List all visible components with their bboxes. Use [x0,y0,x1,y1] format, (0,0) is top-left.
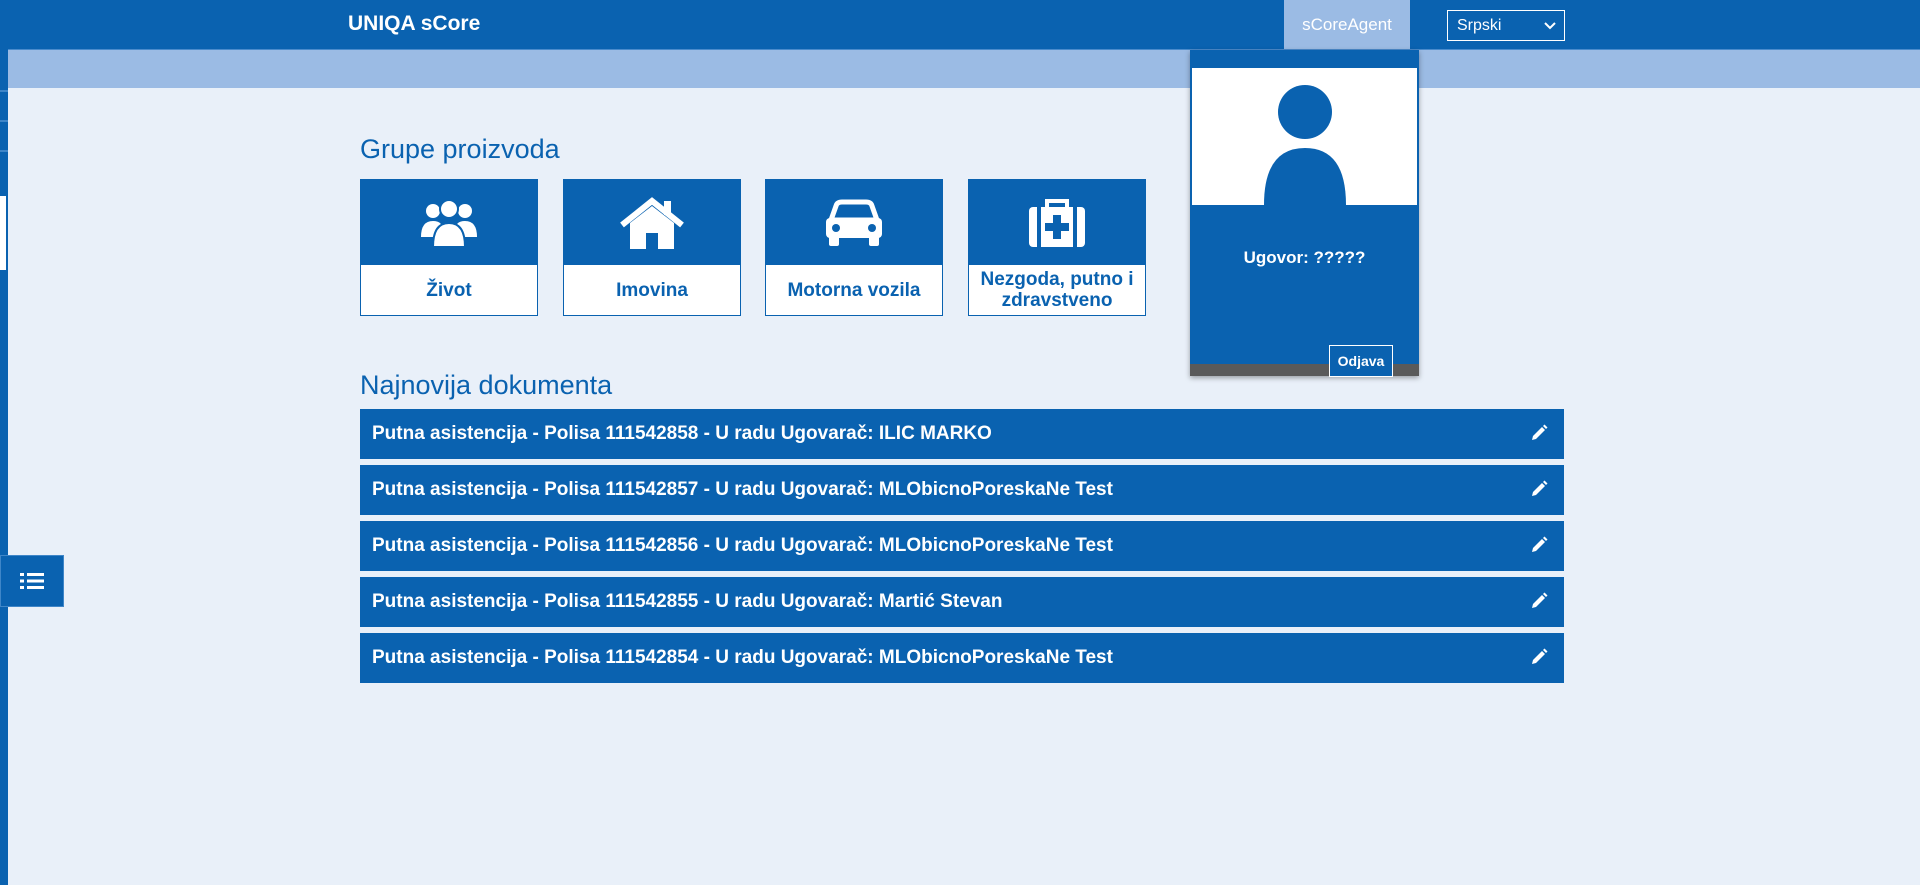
document-row[interactable]: Putna asistencija - Polisa 111542856 - U… [360,521,1564,571]
product-tile-imovina[interactable]: Imovina [563,179,741,316]
house-icon [620,196,684,249]
avatar [1192,68,1417,205]
language-selected-value: Srpski [1457,16,1502,34]
latest-documents-title: Najnovija dokumenta [360,370,613,400]
pencil-icon[interactable] [1530,536,1548,554]
pencil-icon[interactable] [1530,592,1548,610]
tile-icon-area [766,180,942,265]
list-icon [20,573,44,589]
logout-button[interactable]: Odjava [1329,345,1393,377]
document-row-text: Putna asistencija - Polisa 111542856 - U… [372,535,1113,556]
document-row[interactable]: Putna asistencija - Polisa 111542858 - U… [360,409,1564,459]
tile-label: Život [426,279,472,301]
tile-icon-area [969,180,1145,265]
side-menu-toggle-button[interactable] [0,555,64,607]
product-groups-title: Grupe proizvoda [360,134,560,164]
tile-label: Motorna vozila [787,279,921,301]
agent-tab[interactable]: sCoreAgent [1284,0,1410,49]
left-strip-divider [0,90,8,92]
document-row-text: Putna asistencija - Polisa 111542857 - U… [372,479,1113,500]
chevron-down-icon [1544,22,1556,30]
top-header: UNIQA sCore [8,0,1920,50]
document-row-text: Putna asistencija - Polisa 111542855 - U… [372,591,1003,612]
pencil-icon[interactable] [1530,648,1548,666]
document-row[interactable]: Putna asistencija - Polisa 111542857 - U… [360,465,1564,515]
left-strip-divider [0,150,8,152]
sub-header-bar [8,50,1920,88]
pencil-icon[interactable] [1530,424,1548,442]
document-row[interactable]: Putna asistencija - Polisa 111542854 - U… [360,633,1564,683]
car-icon [826,199,882,246]
product-tile-zivot[interactable]: Život [360,179,538,316]
document-row-text: Putna asistencija - Polisa 111542858 - U… [372,423,992,444]
left-strip-active-tab[interactable] [0,196,6,270]
app-title[interactable]: UNIQA sCore [348,12,480,36]
language-select[interactable]: Srpski [1447,10,1565,41]
tile-label: Imovina [616,279,688,301]
left-strip-divider [0,120,8,122]
people-icon [421,198,477,248]
tile-label: Nezgoda, putno i zdravstveno [980,269,1134,311]
document-row-text: Putna asistencija - Polisa 111542854 - U… [372,647,1113,668]
tile-icon-area [361,180,537,265]
user-profile-dropdown: Ugovor: ????? Odjava [1190,50,1419,377]
contract-label: Ugovor: ????? [1243,248,1366,267]
pencil-icon[interactable] [1530,480,1548,498]
product-tile-nezgoda-putno-zdravstveno[interactable]: Nezgoda, putno i zdravstveno [968,179,1146,316]
medical-kit-icon [1029,198,1085,247]
product-tile-motorna-vozila[interactable]: Motorna vozila [765,179,943,316]
document-row[interactable]: Putna asistencija - Polisa 111542855 - U… [360,577,1564,627]
user-avatar-icon [1264,85,1346,205]
left-edge-strip [0,0,8,885]
tile-icon-area [564,180,740,265]
